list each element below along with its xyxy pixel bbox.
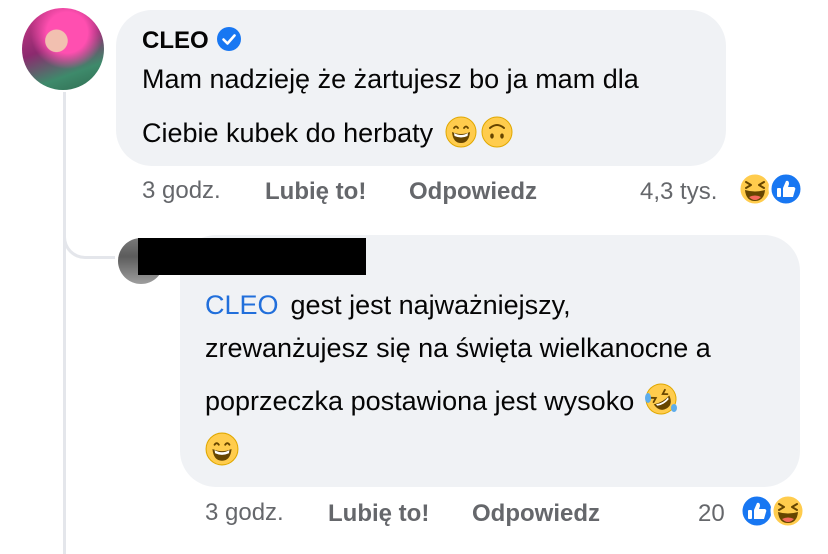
like-icon <box>768 171 804 207</box>
comment-text-line: zrewanżujesz się na święta wielkanocne a <box>205 333 711 363</box>
reply-button[interactable]: Odpowiedz <box>409 178 537 206</box>
comment-timestamp[interactable]: 3 godz. <box>205 499 284 527</box>
comment-author[interactable]: CLEO <box>142 27 241 55</box>
mention-link[interactable]: CLEO <box>205 290 279 320</box>
like-icon <box>739 493 775 529</box>
upside-down-face-emoji-icon <box>481 116 513 155</box>
comment-text: Ciebie kubek do herbaty <box>142 118 434 148</box>
rofl-emoji-icon <box>644 382 678 423</box>
like-button[interactable]: Lubię to! <box>328 500 429 528</box>
grinning-emoji-icon <box>445 116 477 155</box>
grinning-emoji-icon <box>205 432 239 473</box>
comment-timestamp[interactable]: 3 godz. <box>142 177 221 205</box>
author-name[interactable]: CLEO <box>142 27 209 54</box>
comment-text-line: poprzeczka postawiona jest wysoko <box>205 382 678 423</box>
laugh-icon <box>737 171 773 207</box>
like-button[interactable]: Lubię to! <box>265 178 366 206</box>
comment-text-line: Mam nadzieję że żartujesz bo ja mam dla <box>142 64 639 94</box>
thread-connector <box>63 215 115 259</box>
reaction-count[interactable]: 20 <box>698 500 725 528</box>
reaction-summary[interactable] <box>738 492 808 535</box>
reaction-count[interactable]: 4,3 tys. <box>640 178 717 206</box>
thread-line <box>63 92 66 554</box>
comment-text: gest jest najważniejszy, <box>290 290 571 320</box>
reply-button[interactable]: Odpowiedz <box>472 500 600 528</box>
redacted-author <box>138 238 366 275</box>
comment-text-line: CLEO gest jest najważniejszy, <box>205 290 571 321</box>
comment-text: poprzeczka postawiona jest wysoko <box>205 386 635 416</box>
reaction-summary[interactable] <box>736 170 806 213</box>
comment-text-line: Ciebie kubek do herbaty <box>142 116 513 155</box>
laugh-icon <box>770 493 806 529</box>
verified-badge-icon <box>216 27 241 51</box>
comment-text-line <box>205 432 239 473</box>
avatar[interactable] <box>22 8 104 90</box>
